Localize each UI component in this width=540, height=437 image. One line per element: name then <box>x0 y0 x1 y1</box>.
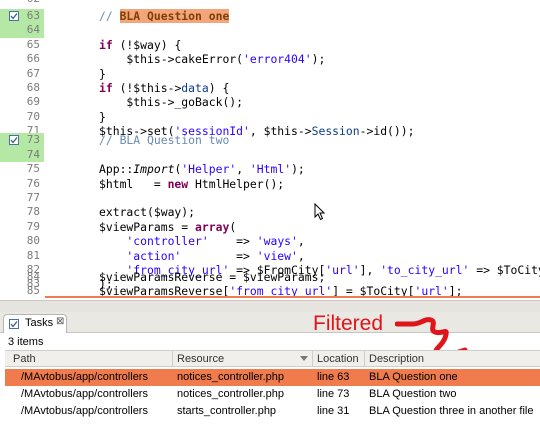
editor-line: 64 <box>0 23 540 38</box>
line-number: 73 <box>26 133 40 147</box>
editor-line: 77 <box>0 191 540 205</box>
editor-line: 68 if (!$this->data) { <box>0 81 540 95</box>
editor-line: 65 if (!$way) { <box>0 38 540 52</box>
line-number: 62 <box>27 0 40 6</box>
current-line-highlight <box>45 296 540 298</box>
editor-line: 75 App::Import('Helper', 'Html'); <box>0 162 540 176</box>
editor-line: 76 $html = new HtmlHelper(); <box>0 177 540 191</box>
editor-line: 74 <box>0 147 540 163</box>
cell-path: /MAvtobus/app/controllers <box>21 388 148 400</box>
cell-location: line 73 <box>317 388 350 400</box>
view-splitter[interactable] <box>0 300 540 312</box>
line-number: 69 <box>26 95 40 109</box>
column-header-location[interactable]: Location <box>313 351 365 367</box>
table-header: Path Resource Location Description <box>5 350 540 367</box>
cell-path: /MAvtobus/app/controllers <box>21 405 148 417</box>
task-marker[interactable]: 73 <box>0 133 44 148</box>
line-number: 65 <box>26 37 40 51</box>
editor-line: 73 // BLA Question two <box>0 133 540 148</box>
tab-tasks[interactable]: Tasks ⊠ <box>3 314 67 333</box>
sort-arrow-icon <box>300 356 308 361</box>
editor-line: 62 <box>0 0 540 6</box>
line-number: 74 <box>26 147 40 161</box>
cell-resource: notices_controller.php <box>177 371 285 383</box>
code-line: if (!$way) { <box>99 37 182 52</box>
tab-label: Tasks <box>25 317 54 329</box>
code-line: $viewParams = array( <box>99 219 237 234</box>
line-number: 63 <box>26 9 40 22</box>
cell-path: /MAvtobus/app/controllers <box>21 371 148 383</box>
editor-line: 79 $viewParams = array( <box>0 220 540 234</box>
code-line: // BLA Question two <box>99 133 230 148</box>
line-number: 64 <box>26 23 40 37</box>
line-number: 81 <box>26 248 40 262</box>
task-marker[interactable]: 63 <box>0 9 44 24</box>
code-line: $html = new HtmlHelper(); <box>99 176 285 191</box>
cell-description: BLA Question three in another file <box>369 405 534 417</box>
code-line: if (!$this->data) { <box>99 81 230 95</box>
line-number: 66 <box>26 52 40 66</box>
editor-line: 81 'action' => 'view', <box>0 249 540 263</box>
mouse-cursor-icon <box>314 203 326 221</box>
cell-description: BLA Question two <box>369 388 457 400</box>
table-row[interactable]: /MAvtobus/app/controllers notices_contro… <box>5 386 540 403</box>
line-number: 78 <box>26 205 40 219</box>
task-tag: BLA Question one <box>119 9 230 23</box>
editor-line: 78 extract($way); <box>0 205 540 219</box>
code-line: $this->_goBack(); <box>99 95 244 110</box>
code-line: // BLA Question one <box>99 9 230 23</box>
cell-resource: starts_controller.php <box>177 405 277 417</box>
table-row[interactable]: /MAvtobus/app/controllers notices_contro… <box>5 369 540 386</box>
code-line: extract($way); <box>99 205 196 220</box>
table-row[interactable]: /MAvtobus/app/controllers starts_control… <box>5 403 540 420</box>
column-header-path[interactable]: Path <box>5 351 173 367</box>
editor-line: 80 'controller' => 'ways', <box>0 234 540 248</box>
code-editor[interactable]: 62 63 // BLA Question one 64 65 if (!$wa… <box>0 0 540 300</box>
task-checkbox-icon <box>9 135 19 146</box>
line-number: 75 <box>26 162 40 176</box>
code-line: 'controller' => 'ways', <box>99 234 305 249</box>
line-number: 84 <box>26 270 40 283</box>
code-line: } <box>99 109 106 124</box>
task-checkbox-icon <box>9 11 19 21</box>
editor-line: 63 // BLA Question one <box>0 9 540 24</box>
line-number: 67 <box>26 66 40 80</box>
editor-line: 66 $this->cakeError('error404'); <box>0 52 540 66</box>
code-line: App::Import('Helper', 'Html'); <box>99 162 305 177</box>
close-icon[interactable]: ⊠ <box>56 316 64 327</box>
filtered-annotation: Filtered <box>313 312 384 335</box>
cell-description: BLA Question one <box>369 371 458 383</box>
code-line: 'action' => 'view', <box>99 248 305 263</box>
line-number: 77 <box>26 191 40 204</box>
cell-location: line 63 <box>317 371 350 383</box>
editor-line: 84 $viewParamsReverse = $viewParams; <box>0 270 540 284</box>
line-number: 76 <box>26 176 40 190</box>
editor-line: 69 $this->_goBack(); <box>0 95 540 109</box>
line-number: 79 <box>26 219 40 233</box>
tasks-icon <box>9 319 19 329</box>
items-count: 3 items <box>8 336 44 348</box>
line-number: 80 <box>26 234 40 248</box>
editor-line: 67 } <box>0 67 540 81</box>
line-number: 70 <box>26 109 40 123</box>
code-line: $this->cakeError('error404'); <box>99 52 326 67</box>
code-line: $viewParamsReverse = $viewParams; <box>99 270 326 284</box>
cell-location: line 31 <box>317 405 350 417</box>
editor-line: 70 } <box>0 110 540 124</box>
column-header-description[interactable]: Description <box>365 351 540 367</box>
code-line: } <box>99 66 106 81</box>
column-header-resource[interactable]: Resource <box>173 351 313 367</box>
line-number: 68 <box>26 81 40 94</box>
cell-resource: notices_controller.php <box>177 388 285 400</box>
line-number: 85 <box>26 284 40 298</box>
